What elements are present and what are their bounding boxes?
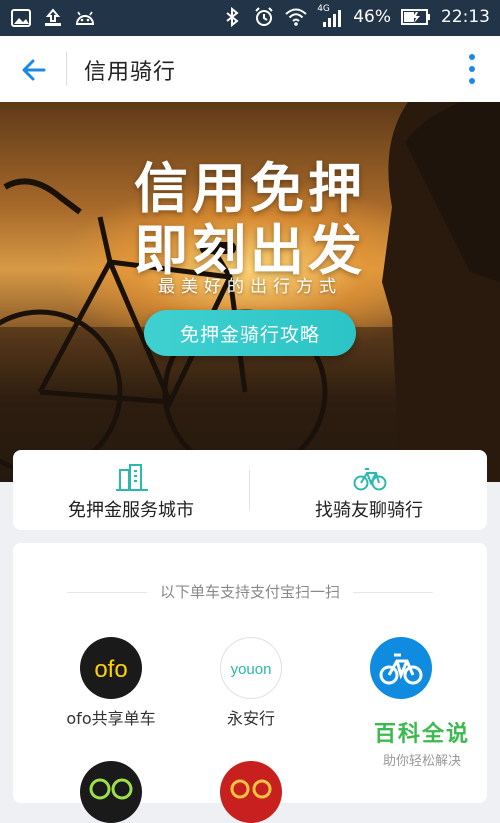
watermark-title: 百科全说 xyxy=(373,722,470,747)
header-line-right xyxy=(353,592,433,593)
bicycle-logo-icon xyxy=(379,653,423,685)
app-bar-divider xyxy=(66,52,67,86)
wifi-icon xyxy=(285,8,307,26)
red-bike-logo xyxy=(220,761,282,823)
provider-youon-name: 永安行 xyxy=(226,709,275,728)
quick-links-card: 免押金服务城市 找骑友聊骑行 xyxy=(13,450,487,530)
banner-subtitle: 最美好的出行方式 xyxy=(158,277,342,297)
service-cities-label: 免押金服务城市 xyxy=(68,500,194,521)
page-title: 信用骑行 xyxy=(84,60,177,85)
youon-logo-text: youon xyxy=(231,661,272,678)
cellular-signal-icon: 4G xyxy=(317,4,343,28)
provider-bicycle-blue[interactable] xyxy=(331,637,471,699)
bicycle-icon xyxy=(353,468,387,491)
blue-bike-logo xyxy=(370,637,432,699)
battery-percent: 46% xyxy=(353,7,391,27)
alarm-icon xyxy=(255,7,273,26)
back-arrow-icon[interactable] xyxy=(18,54,50,86)
battery-charging-icon xyxy=(401,9,430,25)
clock: 22:13 xyxy=(441,7,490,27)
quick-links-divider xyxy=(249,470,250,510)
more-options-icon[interactable] xyxy=(466,52,478,86)
app-bar: 信用骑行 xyxy=(0,36,500,103)
watermark-subtitle: 助你轻松解决 xyxy=(382,754,461,769)
provider-ofo-name: ofo共享单车 xyxy=(66,709,156,728)
ofo-logo-text: ofo xyxy=(94,656,127,683)
upload-notification-icon xyxy=(45,8,61,26)
youon-logo: youon xyxy=(220,637,282,699)
find-riders-label: 找骑友聊骑行 xyxy=(315,500,423,521)
gallery-notification-icon xyxy=(11,9,31,27)
promo-banner[interactable]: 信用免押 即刻出发 最美好的出行方式 免押金骑行攻略 xyxy=(0,102,500,482)
provider-ofo[interactable]: ofo ofo共享单车 xyxy=(41,637,181,729)
android-icon xyxy=(75,11,95,25)
provider-youon[interactable]: youon 永安行 xyxy=(181,637,321,729)
status-bar: 4G 46% 22:13 xyxy=(0,0,500,36)
provider-red-bike[interactable] xyxy=(181,761,321,823)
watermark: 百科全说 助你轻松解决 xyxy=(352,716,492,769)
provider-mobike[interactable] xyxy=(41,761,181,823)
find-riders-link[interactable]: 找骑友聊骑行 xyxy=(251,450,487,530)
city-buildings-icon xyxy=(116,464,148,491)
deposit-free-guide-button[interactable]: 免押金骑行攻略 xyxy=(144,310,356,356)
bluetooth-icon xyxy=(226,6,239,28)
ofo-logo: ofo xyxy=(80,637,142,699)
service-cities-link[interactable]: 免押金服务城市 xyxy=(13,450,249,530)
mobike-logo xyxy=(80,761,142,823)
